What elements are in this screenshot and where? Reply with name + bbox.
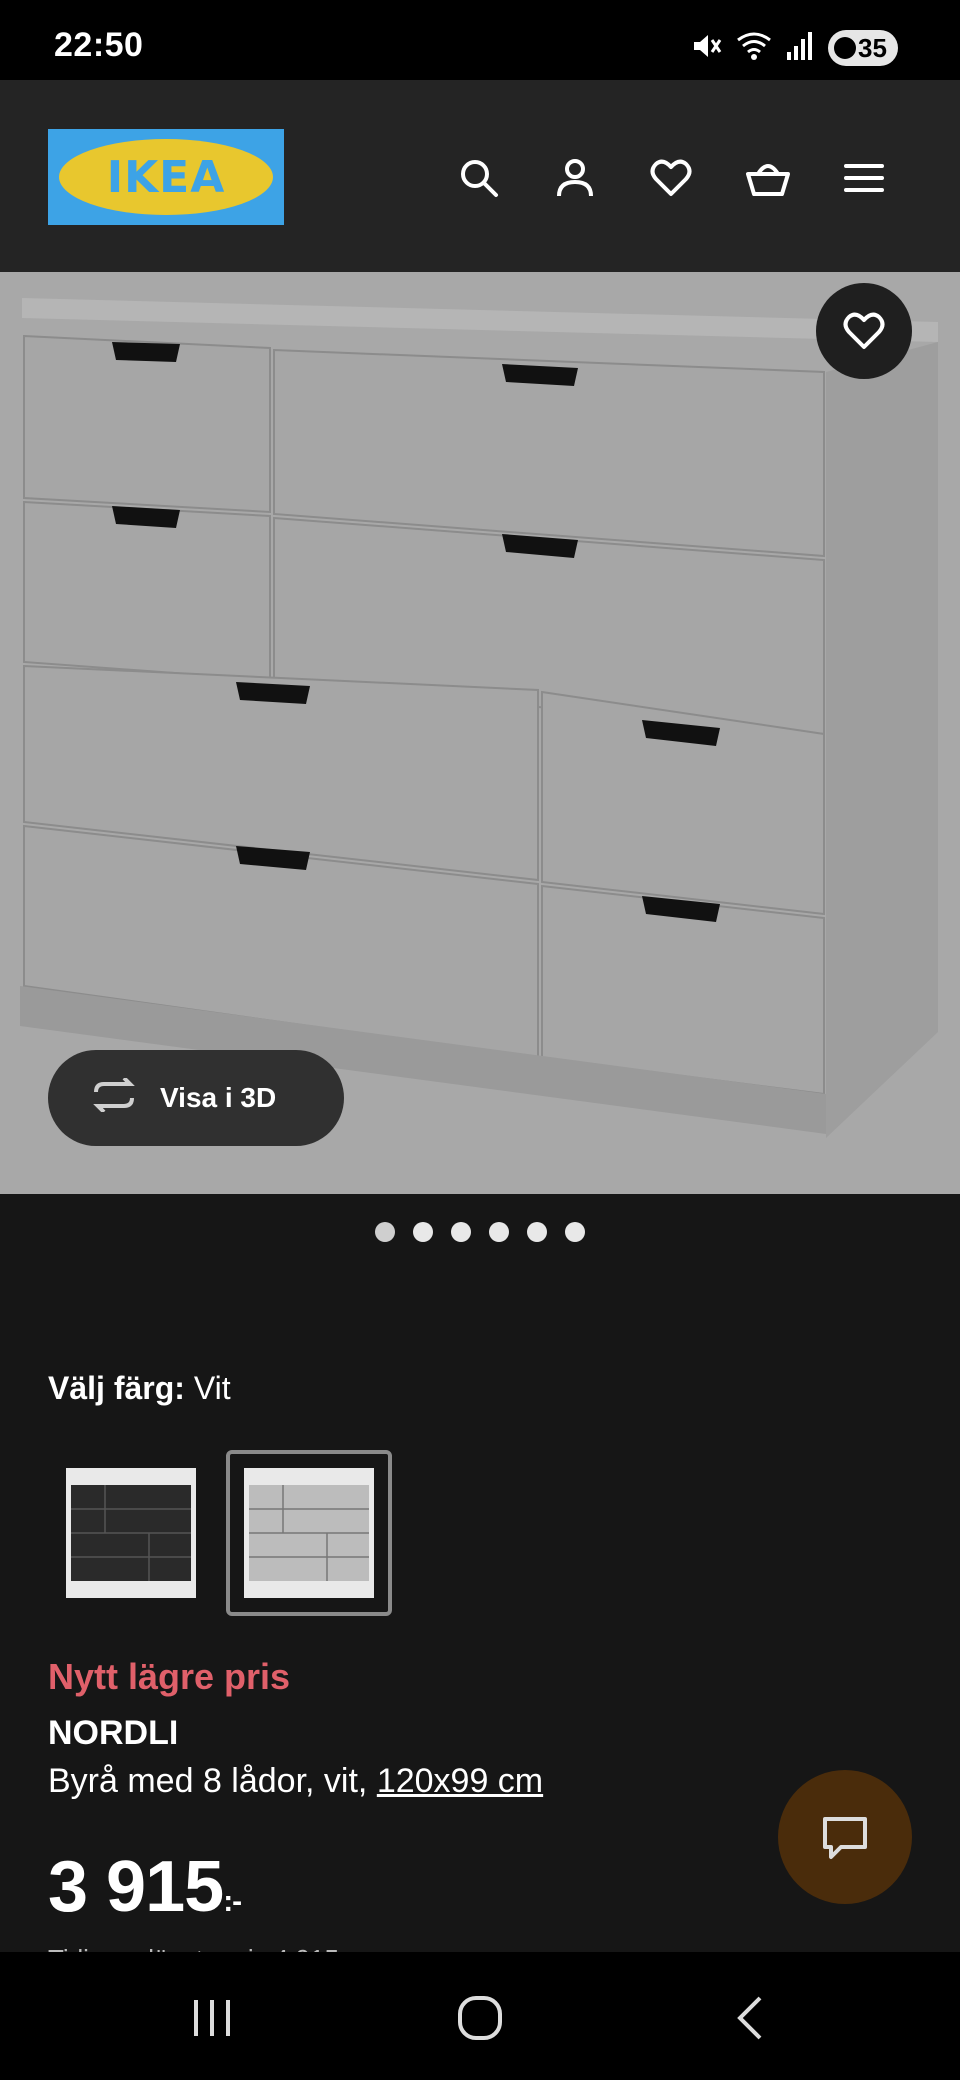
color-label-value: Vit [193, 1370, 231, 1406]
product-price: 3 915:- [48, 1846, 242, 1928]
carousel-dot[interactable] [489, 1222, 509, 1242]
swatch-image [66, 1468, 196, 1598]
view-in-3d-label: Visa i 3D [160, 1082, 277, 1113]
chat-button[interactable] [778, 1770, 912, 1904]
carousel-dot[interactable] [451, 1222, 471, 1242]
rotate-3d-icon [90, 1076, 138, 1119]
color-select-label: Välj färg: Vit [48, 1370, 231, 1407]
status-bar: 22:50 35 [0, 0, 960, 80]
swatch-image [244, 1468, 374, 1598]
add-to-favorites-button[interactable] [816, 283, 912, 379]
carousel-dot[interactable] [565, 1222, 585, 1242]
app-header: IKEA [0, 80, 960, 272]
price-suffix: :- [223, 1885, 242, 1918]
wifi-icon [736, 30, 772, 67]
carousel-dot[interactable] [413, 1222, 433, 1242]
status-time: 22:50 [54, 26, 144, 64]
signal-icon [786, 30, 814, 67]
battery-level: 35 [858, 32, 887, 63]
color-option-anthracite[interactable] [48, 1450, 214, 1616]
product-image-carousel[interactable]: Visa i 3D [0, 272, 960, 1194]
search-icon[interactable] [451, 150, 507, 206]
product-description-text: Byrå med 8 lådor, vit, [48, 1762, 377, 1800]
ikea-logo[interactable]: IKEA [48, 129, 284, 225]
promo-label: Nytt lägre pris [48, 1656, 291, 1697]
carousel-dot[interactable] [527, 1222, 547, 1242]
product-name: NORDLI [48, 1714, 179, 1752]
battery-icon: 35 [828, 30, 898, 66]
price-value: 3 915 [48, 1847, 224, 1927]
carousel-indicators [0, 1222, 960, 1242]
recent-apps-icon[interactable] [182, 1988, 242, 2048]
product-size-link[interactable]: 120x99 cm [377, 1762, 543, 1800]
back-icon[interactable] [720, 1988, 780, 2048]
menu-icon[interactable] [836, 150, 892, 206]
cart-icon[interactable] [740, 150, 796, 206]
battery-saver-icon [834, 37, 856, 59]
color-label-heading: Välj färg: [48, 1370, 194, 1406]
view-in-3d-button[interactable]: Visa i 3D [48, 1050, 344, 1146]
favorites-icon[interactable] [643, 150, 699, 206]
account-icon[interactable] [547, 150, 603, 206]
logo-text: IKEA [59, 139, 273, 215]
color-option-white[interactable] [226, 1450, 392, 1616]
carousel-dot[interactable] [375, 1222, 395, 1242]
chat-icon [823, 1817, 867, 1859]
product-description: Byrå med 8 lådor, vit, 120x99 cm [48, 1762, 543, 1801]
home-icon[interactable] [450, 1988, 510, 2048]
status-icons: 35 [690, 30, 898, 66]
system-nav-bar [0, 1952, 960, 2080]
mute-icon [690, 30, 722, 67]
